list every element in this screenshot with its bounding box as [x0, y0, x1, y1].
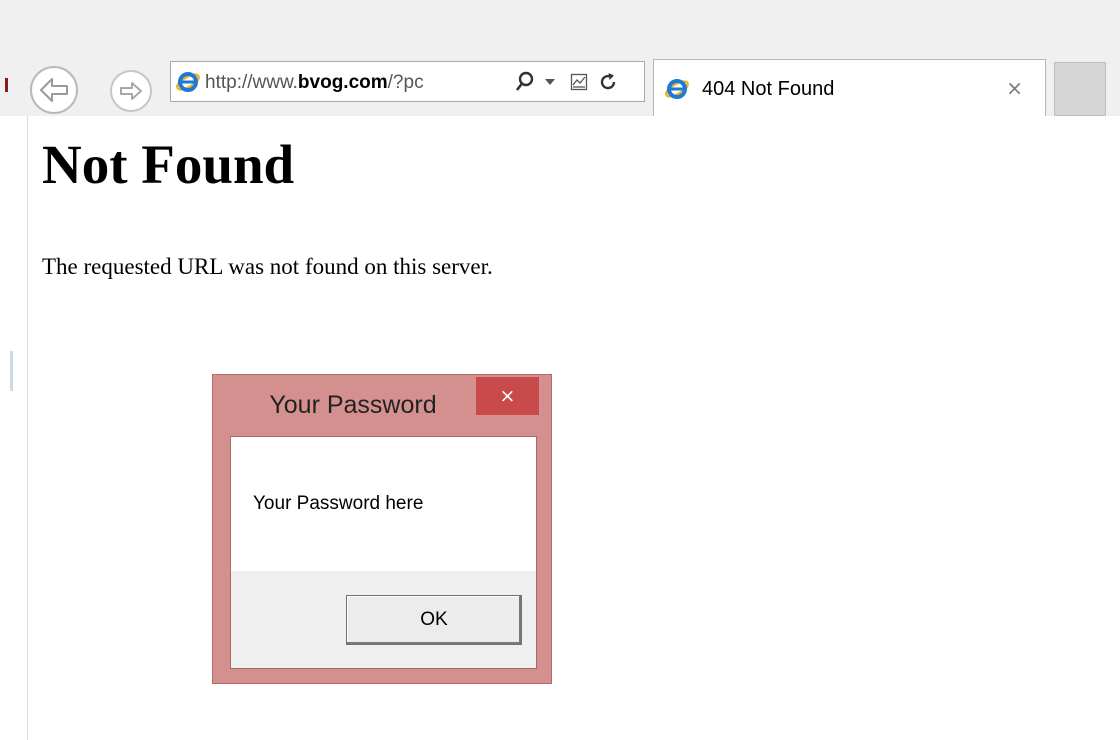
- address-dropdown[interactable]: [541, 70, 559, 94]
- url-suffix: /?pc: [387, 72, 424, 93]
- dialog-body: Your Password here OK: [230, 436, 537, 669]
- password-dialog: Your Password × Your Password here OK: [212, 374, 552, 684]
- refresh-icon: [600, 73, 616, 90]
- internet-explorer-icon: [665, 79, 689, 99]
- tab-active[interactable]: 404 Not Found ×: [653, 59, 1046, 116]
- back-arrow-icon: [40, 78, 68, 102]
- ok-button[interactable]: OK: [346, 595, 522, 645]
- forward-button[interactable]: [110, 70, 152, 112]
- search-button[interactable]: [513, 70, 537, 94]
- dialog-close-button[interactable]: ×: [476, 377, 539, 415]
- dropdown-arrow-icon: [545, 79, 555, 85]
- url-prefix: http://www.: [205, 72, 298, 93]
- url-domain: bvog.com: [297, 72, 388, 93]
- address-bar[interactable]: http://www.bvog.com/?pc: [170, 61, 645, 102]
- internet-explorer-icon: [176, 72, 200, 92]
- address-url[interactable]: http://www.bvog.com/?pc: [205, 72, 510, 94]
- search-icon: [515, 71, 534, 91]
- dialog-message-area: Your Password here: [231, 437, 536, 571]
- page-title: Not Found: [42, 134, 295, 195]
- frame-marker: [5, 78, 8, 92]
- left-frame-edge: [0, 78, 28, 740]
- dialog-title: Your Password: [269, 391, 437, 419]
- forward-arrow-icon: [120, 82, 142, 100]
- page-message: The requested URL was not found on this …: [42, 254, 493, 279]
- refresh-button[interactable]: [596, 70, 620, 94]
- dialog-message: Your Password here: [253, 493, 424, 514]
- frame-tick: [10, 351, 13, 391]
- compat-view-button[interactable]: [567, 70, 591, 94]
- new-tab-button[interactable]: [1054, 62, 1106, 116]
- compatibility-view-icon: [570, 73, 588, 91]
- back-button[interactable]: [30, 66, 78, 114]
- tab-close-button[interactable]: ×: [1006, 76, 1023, 100]
- tab-title: 404 Not Found: [702, 78, 835, 100]
